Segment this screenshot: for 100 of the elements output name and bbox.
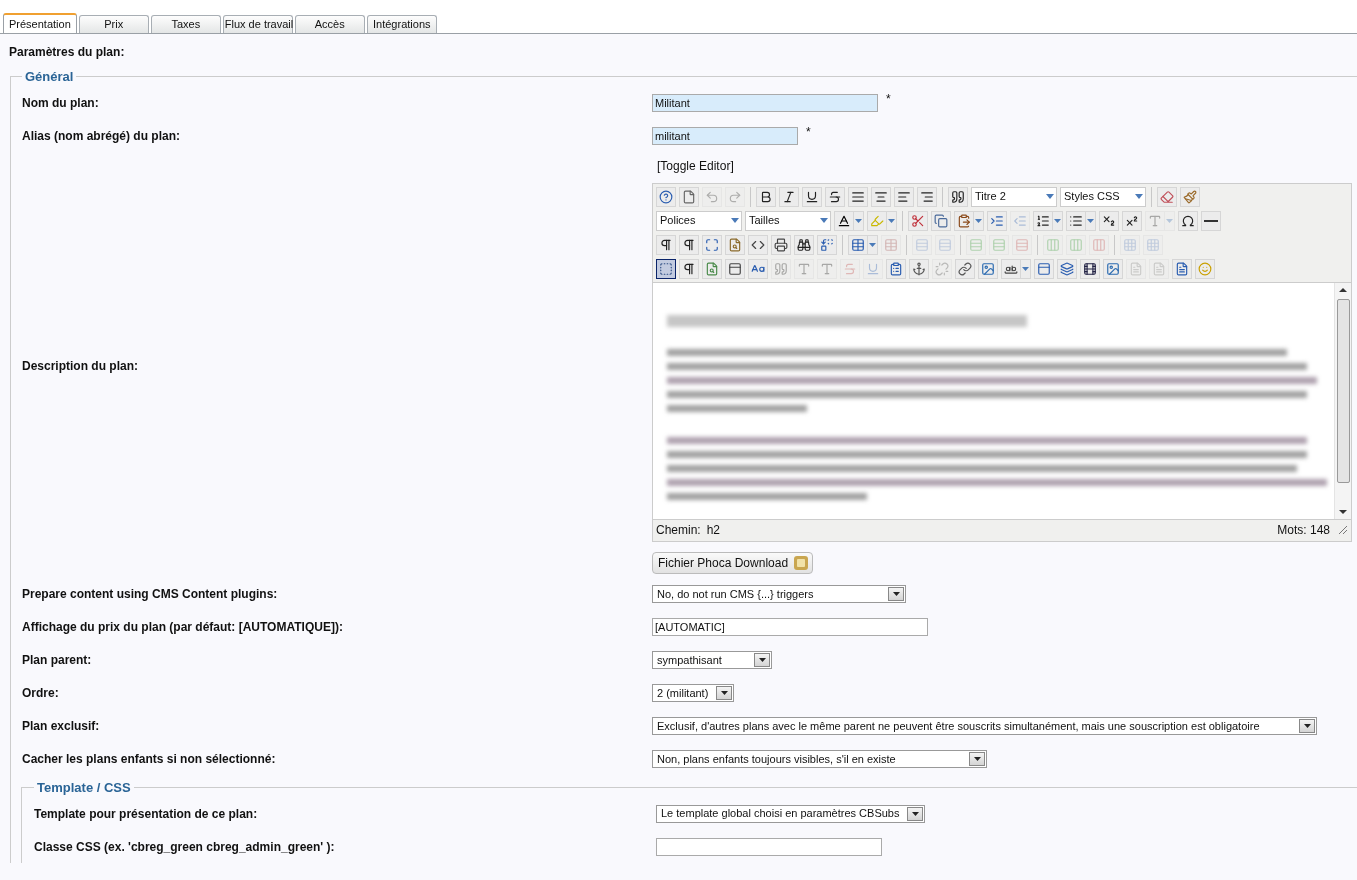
brush-button[interactable] — [1180, 186, 1200, 207]
pilcrow-button[interactable] — [679, 234, 699, 255]
align-right-button[interactable] — [917, 186, 937, 207]
image-icon — [1106, 261, 1120, 276]
field-label: Plan exclusif: — [22, 718, 100, 735]
pilcrow-button[interactable] — [679, 258, 699, 279]
strikethrough-button[interactable] — [825, 186, 845, 207]
align-justify-button[interactable] — [848, 186, 868, 207]
caret-icon[interactable] — [887, 210, 897, 231]
document-button[interactable] — [1172, 258, 1192, 279]
omega-button[interactable] — [1178, 210, 1198, 231]
field-label: Classe CSS (ex. 'cbreg_green cbreg_admin_green' ): — [34, 838, 335, 856]
page-button[interactable] — [679, 186, 699, 207]
tab[interactable]: Intégrations — [366, 15, 437, 33]
quote-button[interactable] — [948, 186, 968, 207]
dropdown[interactable]: 2 (militant) — [652, 684, 735, 702]
film-button[interactable] — [1080, 258, 1100, 279]
caret-icon — [1046, 194, 1054, 199]
eraser-icon — [1160, 189, 1174, 204]
caret-icon[interactable] — [974, 210, 984, 231]
format-dropdown[interactable]: Polices — [656, 210, 742, 231]
printer-icon — [774, 237, 788, 252]
caret-icon[interactable] — [1053, 210, 1063, 231]
tab[interactable]: Flux de travail — [222, 15, 293, 33]
dashed-square-icon — [659, 261, 673, 276]
format-dropdown[interactable]: Titre 2 — [971, 186, 1057, 207]
italic-button[interactable] — [779, 186, 799, 207]
document-icon — [1175, 261, 1189, 276]
horizontal-rule-button[interactable] — [1201, 210, 1221, 231]
clipboard-list-button[interactable] — [886, 258, 906, 279]
format-dropdown[interactable]: Styles CSS — [1060, 186, 1146, 207]
anchor-button[interactable] — [909, 258, 929, 279]
tab[interactable]: Présentation — [3, 13, 77, 33]
film-icon — [1083, 261, 1097, 276]
clipboard-button[interactable] — [954, 210, 974, 231]
highlighter-icon — [870, 213, 884, 228]
align-center-button[interactable] — [871, 186, 891, 207]
copy-icon — [934, 213, 948, 228]
code-button[interactable] — [748, 234, 768, 255]
dropdown[interactable]: No, do not run CMS {...} triggers — [652, 585, 906, 603]
scrollbar[interactable] — [1334, 282, 1351, 519]
underline-button[interactable] — [802, 186, 822, 207]
omega-icon — [1181, 213, 1195, 228]
subscript-button[interactable] — [1099, 210, 1119, 231]
bullet-list-button[interactable] — [1066, 210, 1086, 231]
link-icon — [958, 261, 972, 276]
caret-icon — [820, 218, 828, 223]
dropdown[interactable]: Le template global choisi en paramètres CBSubs — [656, 804, 926, 823]
help-button[interactable] — [656, 186, 676, 207]
table-button[interactable] — [848, 234, 868, 255]
tab[interactable]: Prix — [78, 15, 149, 33]
document-search-icon — [728, 237, 742, 252]
tab[interactable]: Accès — [294, 15, 365, 33]
tab[interactable]: Taxes — [150, 15, 221, 33]
image-button[interactable] — [1103, 258, 1123, 279]
copy-button[interactable] — [931, 210, 951, 231]
text-field[interactable] — [656, 837, 882, 856]
pilcrow-button[interactable] — [656, 234, 676, 255]
dashed-square-button[interactable] — [656, 258, 676, 279]
resize-grip-icon[interactable] — [1338, 525, 1348, 535]
align-left-button[interactable] — [894, 186, 914, 207]
panel-button[interactable] — [1034, 258, 1054, 279]
text-color-button[interactable] — [834, 210, 854, 231]
toggle-editor-link[interactable]: [Toggle Editor] — [657, 156, 1357, 175]
replace-button[interactable] — [817, 234, 837, 255]
image-button[interactable] — [978, 258, 998, 279]
horizontal-rule-icon — [1204, 219, 1218, 222]
spelling-button[interactable] — [1001, 258, 1021, 279]
caret-icon[interactable] — [854, 210, 864, 231]
superscript-icon — [1125, 213, 1139, 228]
document-search-button[interactable] — [725, 234, 745, 255]
undo-icon — [705, 189, 719, 204]
columns-icon — [1046, 237, 1060, 252]
page-break-button[interactable] — [725, 258, 745, 279]
layers-button[interactable] — [1057, 258, 1077, 279]
caret-icon[interactable] — [868, 234, 878, 255]
replace-icon — [820, 237, 834, 252]
strikethrough-icon — [828, 189, 842, 204]
caret-icon[interactable] — [1086, 210, 1096, 231]
bold-button[interactable] — [756, 186, 776, 207]
binoculars-button[interactable] — [794, 234, 814, 255]
letters-button[interactable] — [748, 258, 768, 279]
page-break-icon — [728, 261, 742, 276]
indent-button[interactable] — [987, 210, 1007, 231]
text-field[interactable]: militant — [652, 127, 798, 145]
text-field[interactable]: Militant — [652, 94, 878, 112]
eraser-button[interactable] — [1157, 186, 1177, 207]
numbered-list-button[interactable] — [1033, 210, 1053, 231]
dropdown[interactable]: sympathisant — [652, 651, 772, 669]
link-button[interactable] — [955, 258, 975, 279]
caret-icon[interactable] — [1021, 258, 1031, 279]
format-dropdown[interactable]: Tailles — [745, 210, 831, 231]
scissors-button[interactable] — [908, 210, 928, 231]
phoca-download-button[interactable]: Fichier Phoca Download — [652, 551, 814, 574]
dropdown[interactable]: Non, plans enfants toujours visibles, s'il en existe — [652, 750, 987, 768]
printer-button[interactable] — [771, 234, 791, 255]
superscript-button[interactable] — [1122, 210, 1142, 231]
dropdown[interactable]: Exclusif, d'autres plans avec le même parent ne peuvent être souscrits simultanément, mais une souscription est obligatoire — [652, 717, 1317, 735]
outdent-icon — [1013, 213, 1027, 228]
text-field[interactable]: [AUTOMATIC] — [652, 618, 928, 636]
